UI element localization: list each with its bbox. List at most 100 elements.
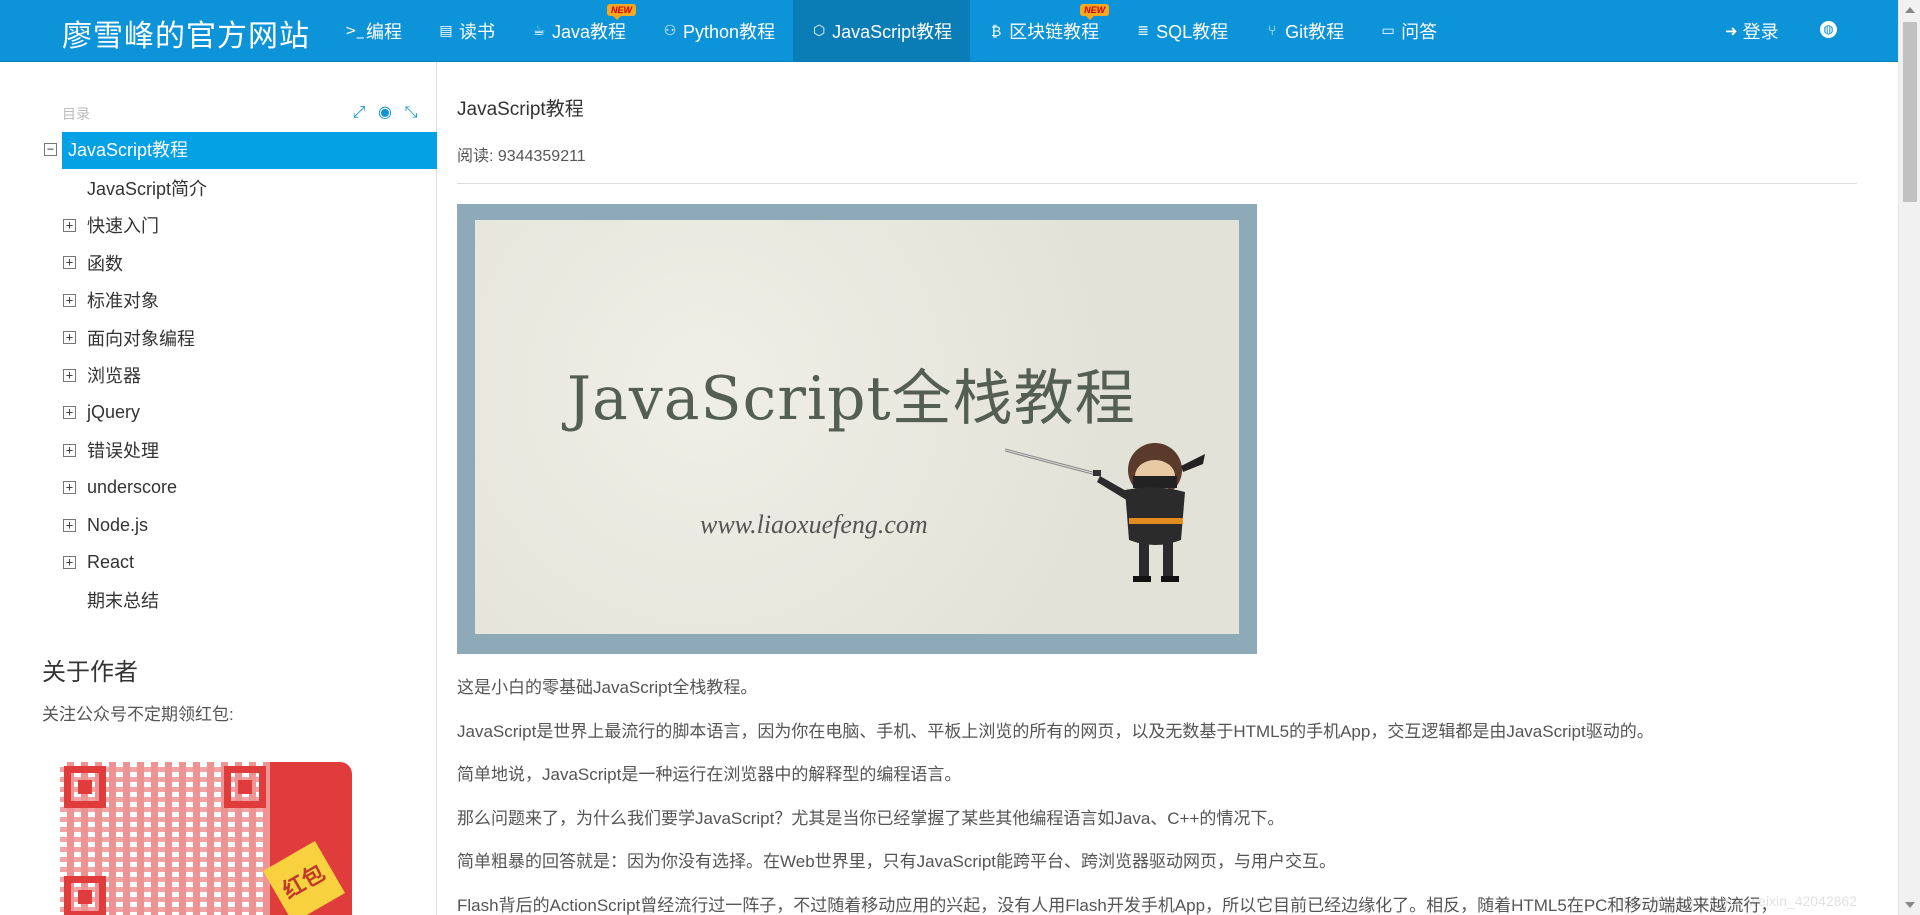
top-navbar: 廖雪峰的官方网站 >_ 编程 ▤ 读书 ☕ Java教程 NEW ⚇ Pytho… [0,0,1898,62]
scroll-thumb[interactable] [1903,22,1917,202]
nav-item-qa[interactable]: ▭ 问答 [1362,0,1455,62]
nav-item-label: Git教程 [1285,22,1345,42]
nav-item-java[interactable]: ☕ Java教程 NEW [513,0,644,62]
nav-item-label: 编程 [366,22,402,42]
toc-item[interactable]: 期末总结 [40,582,437,620]
toc-item[interactable]: + 浏览器 [40,357,437,395]
nav-item-reading[interactable]: ▤ 读书 [420,0,513,62]
login-label: 登录 [1742,22,1779,42]
sidebar: 目录 ⤢ ◉ ⤡ − JavaScript教程 JavaScript简介 + 快… [0,62,437,915]
toc-item[interactable]: + underscore [40,469,437,507]
nav-item-javascript[interactable]: ⬡ JavaScript教程 [793,0,971,62]
divider [457,183,1857,184]
toc-item[interactable]: + 快速入门 [40,207,437,245]
toc-tree: − JavaScript教程 JavaScript简介 + 快速入门 + 函数 … [40,132,437,619]
toc-item-label[interactable]: React [87,552,134,573]
nav-item-label: 读书 [459,22,495,42]
toc-item-label[interactable]: 快速入门 [87,212,159,238]
collapse-toggle-icon[interactable]: − [44,143,57,156]
expand-toggle-icon[interactable]: + [63,368,76,382]
toc-item-label[interactable]: 浏览器 [87,362,141,388]
toc-item-label[interactable]: 面向对象编程 [87,325,195,351]
paragraph: JavaScript是世界上最流行的脚本语言，因为你在电脑、手机、平板上浏览的所… [457,722,1654,741]
main-nav: >_ 编程 ▤ 读书 ☕ Java教程 NEW ⚇ Python教程 ⬡ Jav… [327,0,1455,62]
course-banner-image: JavaScript全栈教程 www.liaoxuefeng.com [457,204,1257,654]
scroll-up-arrow-icon[interactable] [1905,7,1915,13]
expand-toggle-icon[interactable]: + [63,443,76,457]
nav-item-blockchain[interactable]: ₿ 区块链教程 NEW [970,0,1117,62]
toc-item-label[interactable]: Node.js [87,515,148,536]
expand-toggle-icon[interactable]: + [63,481,76,494]
globe-icon[interactable]: ◍ [1820,21,1837,38]
toc-toolbar: ⤢ ◉ ⤡ [350,102,420,122]
expand-toggle-icon[interactable]: + [63,331,76,344]
hexagon-icon: ⬡ [812,23,826,39]
coffee-icon: ☕ [532,23,546,39]
nav-item-sql[interactable]: ≣ SQL教程 [1117,0,1246,62]
toc-item-label[interactable]: 期末总结 [87,587,159,613]
locate-icon[interactable]: ◉ [376,102,394,122]
scroll-down-arrow-icon[interactable] [1905,902,1915,908]
git-branch-icon: ⑂ [1267,23,1277,39]
collapse-all-icon[interactable]: ⤡ [402,102,420,122]
toc-item-label[interactable]: JavaScript教程 [62,132,437,169]
nav-item-label: SQL教程 [1156,22,1229,42]
nav-item-programming[interactable]: >_ 编程 [327,0,420,62]
toc-item-label[interactable]: 标准对象 [87,287,159,313]
wechat-qr-image: 红包 [60,762,352,915]
book-icon: ▤ [439,23,453,39]
banner-url: www.liaoxuefeng.com [700,510,928,539]
nav-item-python[interactable]: ⚇ Python教程 [644,0,793,62]
expand-all-icon[interactable]: ⤢ [350,102,368,122]
expand-toggle-icon[interactable]: + [63,293,76,307]
read-count: 阅读: 9344359211 [457,142,586,166]
toc-item-label[interactable]: 函数 [87,250,123,276]
toc-item[interactable]: + React [40,544,437,582]
expand-toggle-icon[interactable]: + [63,256,76,269]
page-title: JavaScript教程 [457,99,584,120]
page-scrollbar[interactable] [1898,0,1920,915]
banner-title: JavaScript全栈教程 [567,364,1136,434]
nav-item-git[interactable]: ⑂ Git教程 [1246,0,1362,62]
nav-item-label: Java教程 [552,22,627,42]
toc-item[interactable]: + 面向对象编程 [40,319,437,357]
site-brand[interactable]: 廖雪峰的官方网站 [62,11,310,55]
toc-item[interactable]: + 函数 [40,244,437,282]
ninja-illustration [1005,443,1205,582]
red-packet-tag: 红包 [263,841,345,915]
toc-item-root[interactable]: − JavaScript教程 [40,132,437,169]
toc-item[interactable]: JavaScript简介 [40,169,437,207]
expand-toggle-icon[interactable]: + [63,556,76,569]
nav-item-label: 区块链教程 [1009,22,1100,42]
paragraph: 简单地说，JavaScript是一种运行在浏览器中的解释型的编程语言。 [457,765,962,784]
toc-item[interactable]: + 标准对象 [40,282,437,320]
banner-canvas: JavaScript全栈教程 www.liaoxuefeng.com [475,220,1239,634]
login-button[interactable]: ➜ 登录 [1725,0,1779,62]
expand-toggle-icon[interactable]: + [63,518,76,532]
paragraph: Flash背后的ActionScript曾经流行过一阵子，不过随着移动应用的兴起… [457,896,1778,915]
terminal-icon: >_ [345,23,364,39]
nav-item-label: JavaScript教程 [832,22,953,42]
toc-item-label[interactable]: 错误处理 [87,437,159,463]
toc-item[interactable]: + 错误处理 [40,432,437,470]
expand-toggle-icon[interactable]: + [63,406,76,419]
new-badge: NEW [607,4,637,20]
toc-item-label[interactable]: jQuery [87,402,140,423]
about-author-heading: 关于作者 [42,659,138,686]
qr-finder [64,766,106,808]
paragraph: 简单粗暴的回答就是：因为你没有选择。在Web世界里，只有JavaScript能跨… [457,852,1337,871]
toc-item[interactable]: + Node.js [40,507,437,545]
nav-item-label: 问答 [1401,22,1438,42]
watermark: https://blog.csdn.net/weixin_42042862 [1618,893,1857,909]
toc-item[interactable]: + jQuery [40,394,437,432]
sign-in-icon: ➜ [1725,22,1738,40]
comment-icon: ▭ [1381,23,1395,39]
toc-item-label[interactable]: JavaScript简介 [87,175,207,201]
read-count-value: 9344359211 [497,148,586,165]
new-badge: NEW [1080,4,1110,20]
bitcoin-icon: ₿ [990,23,1002,40]
qr-finder [224,766,266,808]
expand-toggle-icon[interactable]: + [63,218,76,232]
qr-finder [64,876,106,915]
toc-item-label[interactable]: underscore [87,477,177,498]
